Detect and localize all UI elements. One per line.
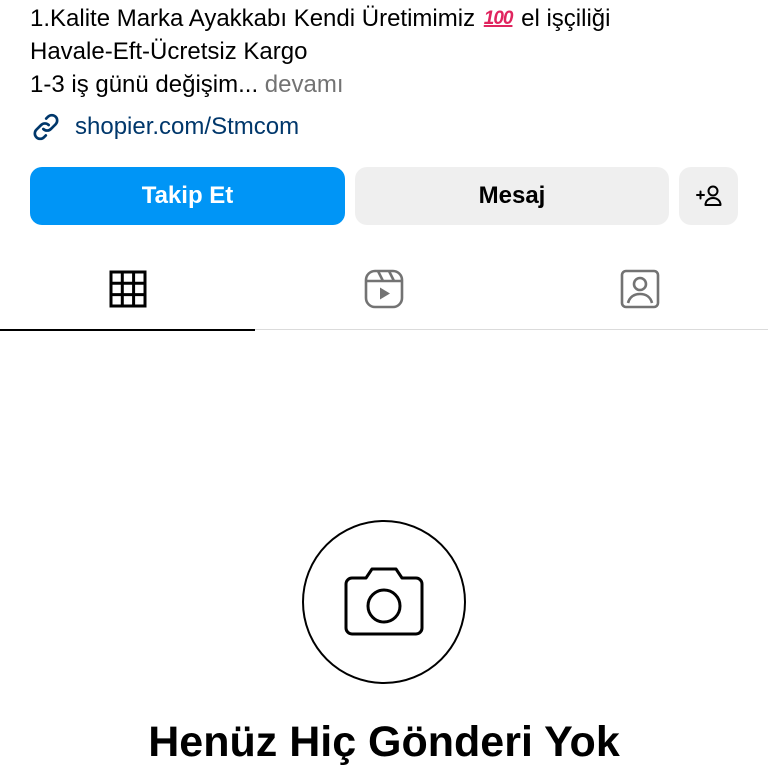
- profile-tabs: [0, 248, 768, 331]
- camera-icon: [344, 567, 424, 636]
- profile-website-link[interactable]: shopier.com/Stmcom: [30, 110, 299, 144]
- bio-line-3: 1-3 iş günü değişim... devamı: [30, 68, 750, 101]
- bio-line-3-text: 1-3 iş günü değişim...: [30, 71, 259, 98]
- bio-line-1-suffix: el işçiliği: [521, 5, 611, 32]
- empty-state-title: Henüz Hiç Gönderi Yok: [148, 718, 620, 766]
- profile-page: 1.Kalite Marka Ayakkabı Kendi Üretimimiz…: [0, 0, 768, 768]
- website-link-text[interactable]: shopier.com/Stmcom: [75, 113, 299, 141]
- tab-posts-grid[interactable]: [0, 248, 256, 331]
- tagged-icon: [620, 269, 660, 309]
- hundred-points-emoji: 100: [483, 8, 514, 29]
- grid-icon: [109, 270, 147, 308]
- bio-more-link[interactable]: devamı: [265, 71, 344, 98]
- profile-bio: 1.Kalite Marka Ayakkabı Kendi Üretimimiz…: [30, 2, 750, 101]
- tab-reels[interactable]: [256, 248, 512, 330]
- follow-button[interactable]: Takip Et: [30, 167, 345, 225]
- bio-line-2: Havale-Eft-Ücretsiz Kargo: [30, 38, 308, 65]
- link-icon: [33, 113, 59, 141]
- empty-state-icon-circle: [302, 520, 466, 684]
- tab-tagged[interactable]: [512, 248, 768, 330]
- bio-line-1-text: 1.Kalite Marka Ayakkabı Kendi Üretimimiz: [30, 5, 476, 32]
- bio-line-1: 1.Kalite Marka Ayakkabı Kendi Üretimimiz…: [30, 2, 750, 35]
- suggest-people-button[interactable]: [679, 167, 738, 225]
- add-person-icon: [695, 185, 721, 206]
- reels-icon: [364, 269, 404, 309]
- message-button[interactable]: Mesaj: [355, 167, 669, 225]
